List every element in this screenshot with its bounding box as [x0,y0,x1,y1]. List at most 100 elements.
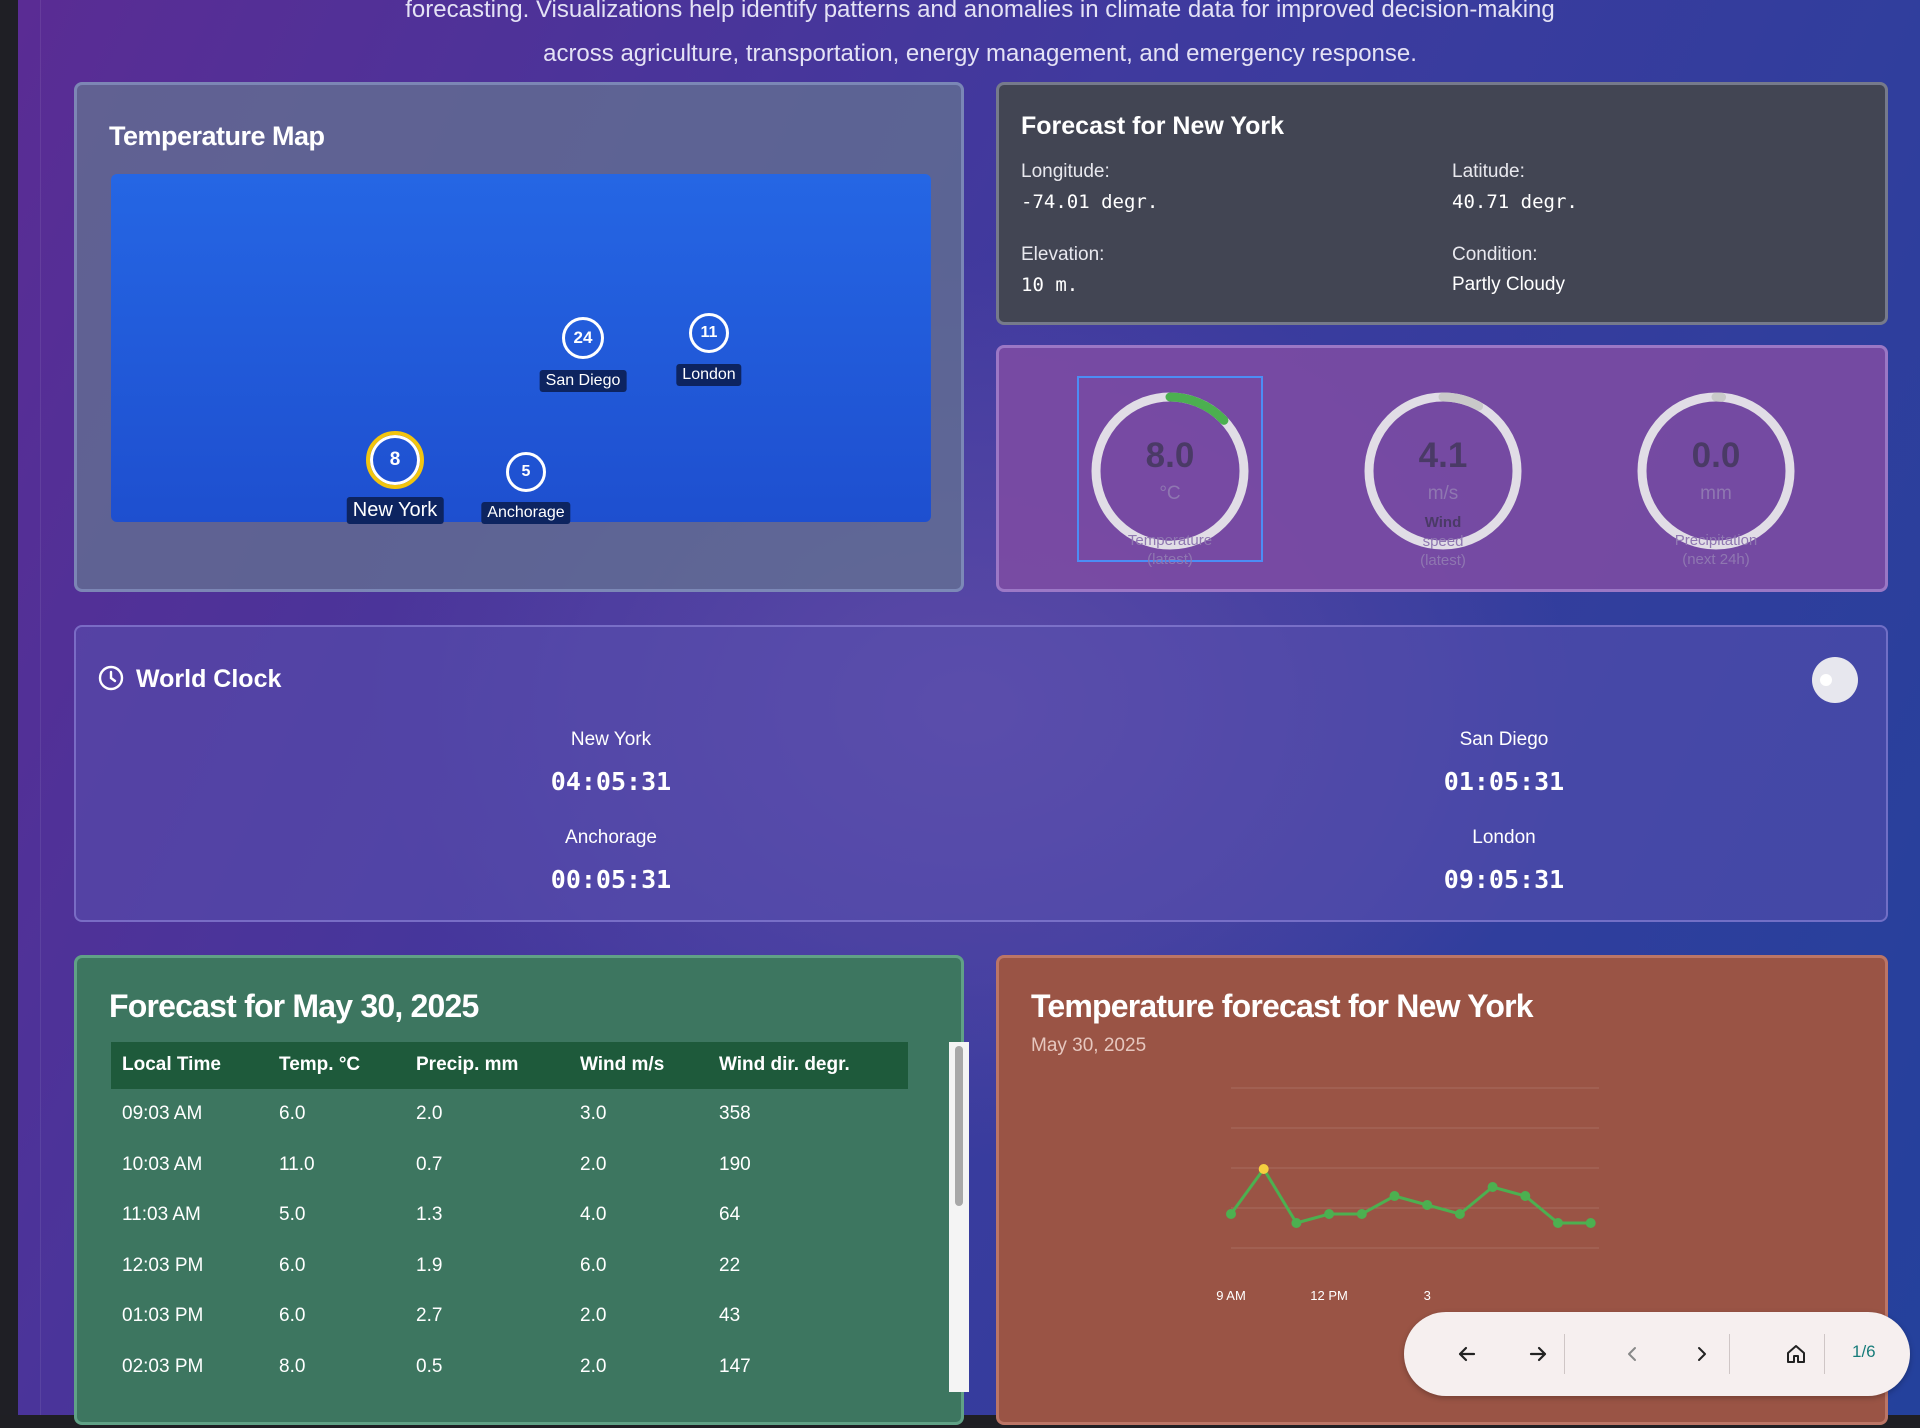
gauge-value: 8.0 [1080,436,1260,476]
cell-precip: 0.5 [416,1356,442,1378]
cell-precip: 0.7 [416,1154,442,1176]
location-info-panel: Forecast for New York Longitude: -74.01 … [996,82,1888,325]
clock-city-new-york: New York [461,729,761,751]
clock-time-london: 09:05:31 [1354,865,1654,894]
data-point[interactable] [1586,1218,1596,1228]
table-row: 11:03 AM5.01.34.064 [111,1190,908,1240]
data-point[interactable] [1291,1218,1301,1228]
data-point[interactable] [1422,1200,1432,1210]
home-icon [1785,1343,1807,1365]
marker-label-new-york: New York [347,497,444,524]
gauge-value: 4.1 [1353,436,1533,476]
nav-divider [1729,1334,1730,1374]
elevation-label: Elevation: [1021,244,1104,266]
gauge-caption: Temperature(latest) [1080,531,1260,569]
previous-slide-button[interactable] [1612,1334,1652,1374]
longitude-value: -74.01 degr. [1021,191,1158,213]
marker-temp: 8 [390,449,401,471]
arrow-right-icon [1527,1343,1549,1365]
left-sidebar-edge [0,0,18,1415]
cell-wind: 3.0 [580,1103,606,1125]
chart-title: Temperature forecast for New York [1031,988,1533,1025]
cell-wind-dir: 358 [719,1103,751,1125]
nav-divider [1824,1334,1825,1374]
column-header: Precip. mm [416,1054,518,1076]
forecast-table[interactable]: Local Time Temp. °C Precip. mm Wind m/s … [111,1042,908,1412]
data-point[interactable] [1553,1218,1563,1228]
gauge-value: 0.0 [1626,436,1806,476]
cell-temp: 8.0 [279,1356,305,1378]
cell-temp: 6.0 [279,1103,305,1125]
marker-temp: 5 [522,463,531,481]
presentation-nav-bar: 1/6 [1404,1312,1910,1396]
cell-precip: 2.7 [416,1305,442,1327]
column-header: Wind dir. degr. [719,1054,850,1076]
next-slide-button[interactable] [1682,1334,1722,1374]
table-row: 12:03 PM6.01.96.022 [111,1241,908,1291]
chevron-right-icon [1692,1344,1712,1364]
column-header: Wind m/s [580,1054,664,1076]
cell-wind: 2.0 [580,1356,606,1378]
info-title: Forecast for New York [1021,112,1284,141]
home-button[interactable] [1776,1334,1816,1374]
cell-wind: 6.0 [580,1255,606,1277]
cell-time: 01:03 PM [122,1305,203,1327]
data-point[interactable] [1259,1164,1269,1174]
gauge-temperature[interactable]: 8.0 °C Temperature(latest) [1080,381,1260,581]
table-header: Local Time Temp. °C Precip. mm Wind m/s … [111,1042,908,1089]
gauge-caption-line: Temperature [1080,531,1260,550]
arrow-left-icon [1456,1343,1478,1365]
data-point[interactable] [1455,1209,1465,1219]
theme-toggle[interactable] [1812,657,1858,703]
gauge-unit: °C [1080,483,1260,505]
cell-time: 09:03 AM [122,1103,202,1125]
intro-line-2: across agriculture, transportation, ener… [300,32,1660,76]
back-button[interactable] [1447,1334,1487,1374]
gauge-caption-line: speed [1353,532,1533,551]
cell-wind-dir: 43 [719,1305,740,1327]
column-header: Temp. °C [279,1054,360,1076]
table-row: 02:03 PM8.00.52.0147 [111,1342,908,1392]
marker-temp: 24 [574,328,593,348]
condition-label: Condition: [1452,244,1538,266]
forward-button[interactable] [1518,1334,1558,1374]
table-scrollbar[interactable] [949,1042,969,1392]
gauge-precipitation[interactable]: 0.0mmPrecipitation(next 24h) [1626,381,1806,581]
data-point[interactable] [1226,1209,1236,1219]
map-title: Temperature Map [109,121,325,152]
cell-temp: 5.0 [279,1204,305,1226]
marker-san-diego[interactable]: 24 [562,317,604,359]
marker-label-anchorage: Anchorage [481,502,570,524]
table-row: 10:03 AM11.00.72.0190 [111,1140,908,1190]
data-point[interactable] [1357,1209,1367,1219]
latitude-label: Latitude: [1452,161,1525,183]
map-area[interactable]: 24 San Diego 11 London 8 New York 5 Anch… [111,174,931,522]
x-tick-label: 3 [1424,1288,1431,1303]
chart-subtitle: May 30, 2025 [1031,1035,1146,1057]
cell-precip: 2.0 [416,1103,442,1125]
marker-london[interactable]: 11 [689,313,729,353]
table-row: 09:03 AM 6.0 2.0 3.0 358 [111,1089,908,1139]
table-row: 01:03 PM6.02.72.043 [111,1291,908,1341]
world-clock-panel: World Clock New York 04:05:31 San Diego … [74,625,1888,922]
cell-time: 11:03 AM [122,1204,201,1226]
intro-line-1: forecasting. Visualizations help identif… [300,0,1660,32]
cell-temp: 6.0 [279,1305,305,1327]
clock-city-anchorage: Anchorage [461,827,761,849]
scrollbar-thumb[interactable] [955,1046,963,1206]
marker-anchorage[interactable]: 5 [506,452,546,492]
data-point[interactable] [1488,1182,1498,1192]
data-point[interactable] [1324,1209,1334,1219]
data-point[interactable] [1390,1191,1400,1201]
gauge-caption-line: (latest) [1353,551,1533,570]
gauges-panel: 8.0°CTemperature(latest) 4.1m/sWindspeed… [996,345,1888,592]
page-indicator: 1/6 [1852,1342,1876,1362]
gauge-caption-line: Precipitation [1626,531,1806,550]
marker-new-york[interactable]: 8 [366,431,424,489]
gauge-wind-speed[interactable]: 4.1m/sWindspeed(latest) [1353,381,1533,581]
cell-time: 12:03 PM [122,1255,203,1277]
x-tick-label: 12 PM [1310,1288,1348,1303]
column-header: Local Time [122,1054,221,1076]
marker-label-san-diego: San Diego [540,370,627,392]
data-point[interactable] [1520,1191,1530,1201]
